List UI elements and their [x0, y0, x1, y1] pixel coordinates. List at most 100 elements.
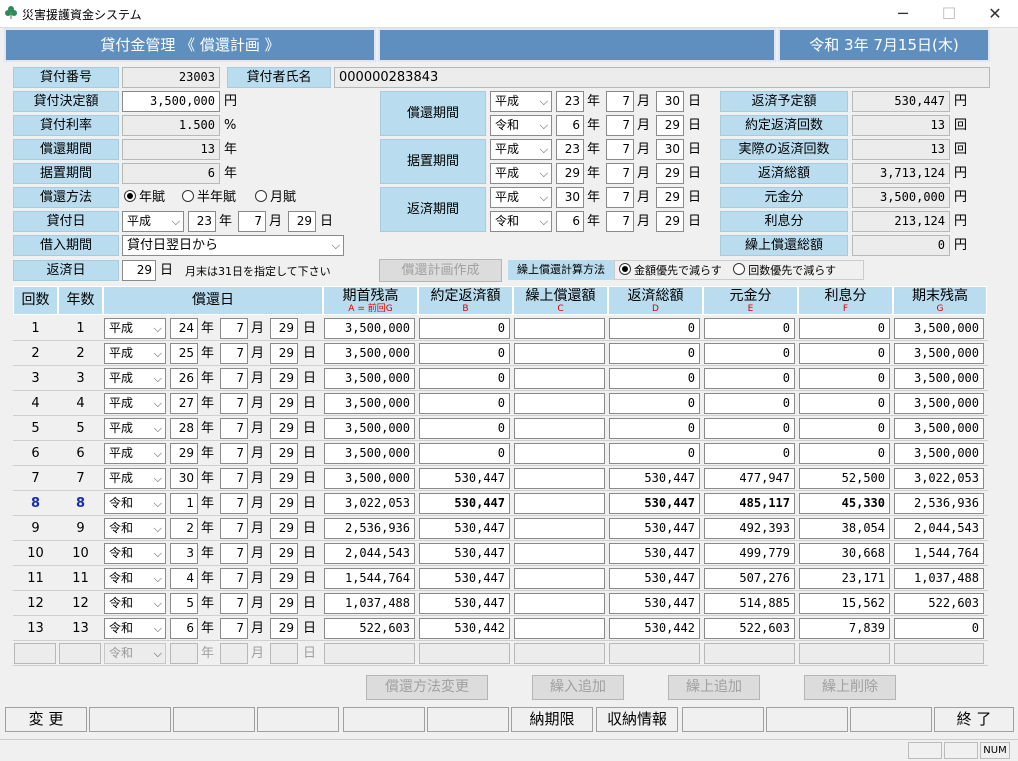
row-era-select[interactable]: 平成 ⌵: [104, 368, 166, 389]
prepay-radio-amount[interactable]: 金額優先で減らす: [619, 263, 722, 277]
interest-cell[interactable]: 52,500: [799, 468, 890, 489]
closing-balance-cell[interactable]: 1,544,764: [894, 543, 984, 564]
principal-cell[interactable]: 507,276: [704, 568, 795, 589]
principal-cell[interactable]: 522,603: [704, 618, 795, 639]
delete-prepay-button[interactable]: 繰上削除: [804, 675, 896, 700]
add-transfer-button[interactable]: 繰入追加: [532, 675, 624, 700]
period-year[interactable]: 6: [556, 211, 584, 232]
loan-date-era-select[interactable]: 平成 ⌵: [122, 211, 184, 232]
interest-cell[interactable]: 15,562: [799, 593, 890, 614]
add-prepay-button[interactable]: 繰上追加: [668, 675, 760, 700]
row-day[interactable]: 29: [270, 318, 298, 339]
period-month[interactable]: 7: [606, 163, 634, 184]
row-era-select[interactable]: 平成 ⌵: [104, 318, 166, 339]
row-year[interactable]: 26: [170, 368, 198, 389]
period-year[interactable]: 23: [556, 91, 584, 112]
method-radio-semiannual[interactable]: 半年賦: [182, 187, 236, 208]
period-era-select[interactable]: 平成 ⌵: [490, 139, 552, 160]
row-day[interactable]: 29: [270, 343, 298, 364]
principal-cell[interactable]: 0: [704, 368, 795, 389]
interest-cell[interactable]: 0: [799, 368, 890, 389]
loan-date-month[interactable]: 7: [238, 211, 266, 232]
closing-balance-cell[interactable]: 3,500,000: [894, 418, 984, 439]
interest-cell[interactable]: 38,054: [799, 518, 890, 539]
row-era-select[interactable]: 令和 ⌵: [104, 643, 166, 664]
principal-cell[interactable]: 492,393: [704, 518, 795, 539]
row-era-select[interactable]: 令和 ⌵: [104, 518, 166, 539]
total-payment-cell[interactable]: 0: [609, 368, 700, 389]
row-year[interactable]: 6: [170, 618, 198, 639]
row-day[interactable]: 29: [270, 568, 298, 589]
interest-cell[interactable]: 45,330: [799, 493, 890, 514]
function-key-9[interactable]: [682, 707, 764, 732]
total-payment-cell[interactable]: 530,447: [609, 518, 700, 539]
function-key-11[interactable]: [850, 707, 932, 732]
function-key-6[interactable]: [427, 707, 509, 732]
principal-cell[interactable]: 0: [704, 318, 795, 339]
period-day[interactable]: 30: [656, 139, 684, 160]
period-year[interactable]: 23: [556, 139, 584, 160]
prepayment-cell[interactable]: [514, 443, 605, 464]
period-day[interactable]: 30: [656, 91, 684, 112]
row-day[interactable]: 29: [270, 368, 298, 389]
row-day[interactable]: 29: [270, 493, 298, 514]
principal-cell[interactable]: 485,117: [704, 493, 795, 514]
period-era-select[interactable]: 平成 ⌵: [490, 163, 552, 184]
function-key-2[interactable]: [89, 707, 171, 732]
principal-cell[interactable]: 0: [704, 443, 795, 464]
loan-date-day[interactable]: 29: [288, 211, 316, 232]
row-era-select[interactable]: 令和 ⌵: [104, 618, 166, 639]
row-era-select[interactable]: 平成 ⌵: [104, 443, 166, 464]
function-key-5[interactable]: [343, 707, 425, 732]
period-day[interactable]: 29: [656, 115, 684, 136]
period-month[interactable]: 7: [606, 139, 634, 160]
prepayment-cell[interactable]: [514, 368, 605, 389]
minimize-button[interactable]: ─: [880, 2, 926, 26]
row-month[interactable]: 7: [220, 343, 248, 364]
interest-cell[interactable]: 30,668: [799, 543, 890, 564]
row-day[interactable]: 29: [270, 418, 298, 439]
period-month[interactable]: 7: [606, 91, 634, 112]
total-payment-cell[interactable]: 0: [609, 393, 700, 414]
loan-date-year[interactable]: 23: [188, 211, 216, 232]
row-month[interactable]: 7: [220, 493, 248, 514]
prepayment-cell[interactable]: [514, 393, 605, 414]
row-day[interactable]: 29: [270, 518, 298, 539]
function-key-12[interactable]: 終 了: [934, 707, 1014, 732]
total-payment-cell[interactable]: 530,447: [609, 593, 700, 614]
closing-balance-cell[interactable]: 2,044,543: [894, 518, 984, 539]
row-day[interactable]: 29: [270, 543, 298, 564]
amount-input[interactable]: 3,500,000: [122, 91, 220, 112]
period-month[interactable]: 7: [606, 187, 634, 208]
row-year[interactable]: 1: [170, 493, 198, 514]
function-key-8[interactable]: 収納情報: [596, 707, 678, 732]
row-month[interactable]: 7: [220, 468, 248, 489]
closing-balance-cell[interactable]: 3,022,053: [894, 468, 984, 489]
row-year[interactable]: 27: [170, 393, 198, 414]
method-radio-monthly[interactable]: 月賦: [255, 187, 296, 208]
prepayment-cell[interactable]: [514, 468, 605, 489]
row-year[interactable]: 29: [170, 443, 198, 464]
row-era-select[interactable]: 平成 ⌵: [104, 393, 166, 414]
row-day[interactable]: 29: [270, 443, 298, 464]
prepayment-cell[interactable]: [514, 618, 605, 639]
scheduled-payment-cell[interactable]: 530,447: [419, 468, 510, 489]
row-month[interactable]: 7: [220, 318, 248, 339]
period-era-select[interactable]: 平成 ⌵: [490, 91, 552, 112]
row-month[interactable]: 7: [220, 518, 248, 539]
period-era-select[interactable]: 平成 ⌵: [490, 187, 552, 208]
interest-cell[interactable]: 0: [799, 443, 890, 464]
row-year[interactable]: 4: [170, 568, 198, 589]
total-payment-cell[interactable]: 530,447: [609, 493, 700, 514]
period-month[interactable]: 7: [606, 115, 634, 136]
prepayment-cell[interactable]: [514, 493, 605, 514]
prepayment-cell[interactable]: [514, 568, 605, 589]
row-month[interactable]: 7: [220, 568, 248, 589]
scheduled-payment-cell[interactable]: 530,447: [419, 518, 510, 539]
closing-balance-cell[interactable]: 3,500,000: [894, 393, 984, 414]
principal-cell[interactable]: 0: [704, 418, 795, 439]
row-day[interactable]: 29: [270, 618, 298, 639]
row-month[interactable]: 7: [220, 418, 248, 439]
prepayment-cell[interactable]: [514, 418, 605, 439]
row-month[interactable]: 7: [220, 618, 248, 639]
